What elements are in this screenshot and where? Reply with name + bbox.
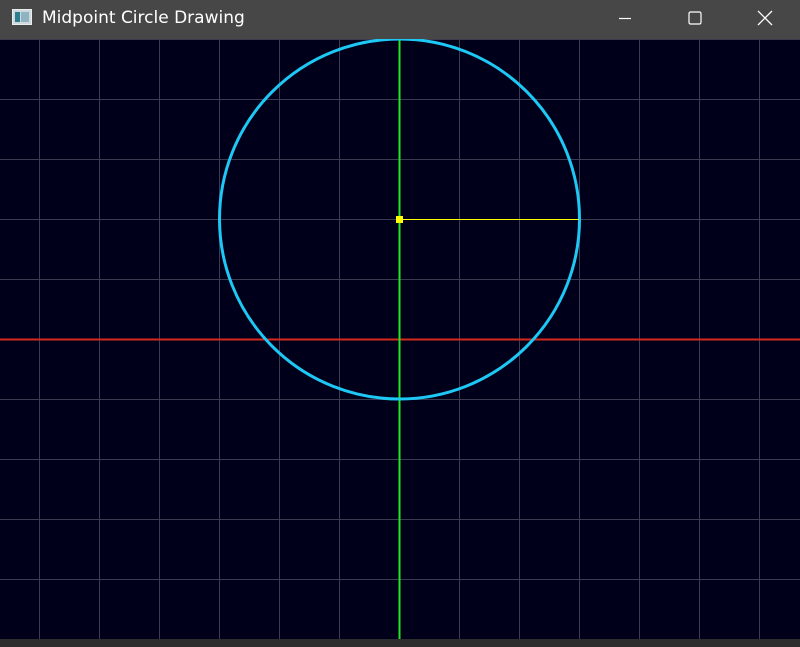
window-title: Midpoint Circle Drawing	[42, 8, 245, 28]
application-window: Midpoint Circle Drawing	[0, 0, 800, 647]
circle-drawing-svg	[0, 39, 800, 639]
maximize-button[interactable]	[660, 0, 730, 36]
app-window-icon	[12, 9, 32, 25]
minimize-icon	[619, 17, 631, 20]
title-bar[interactable]: Midpoint Circle Drawing	[0, 0, 800, 39]
close-icon	[757, 10, 773, 26]
drawing-canvas[interactable]	[0, 39, 800, 639]
window-bottom-border	[0, 639, 800, 647]
circle-center-marker	[396, 216, 403, 223]
close-button[interactable]	[730, 0, 800, 36]
minimize-button[interactable]	[590, 0, 660, 36]
maximize-icon	[688, 11, 702, 25]
